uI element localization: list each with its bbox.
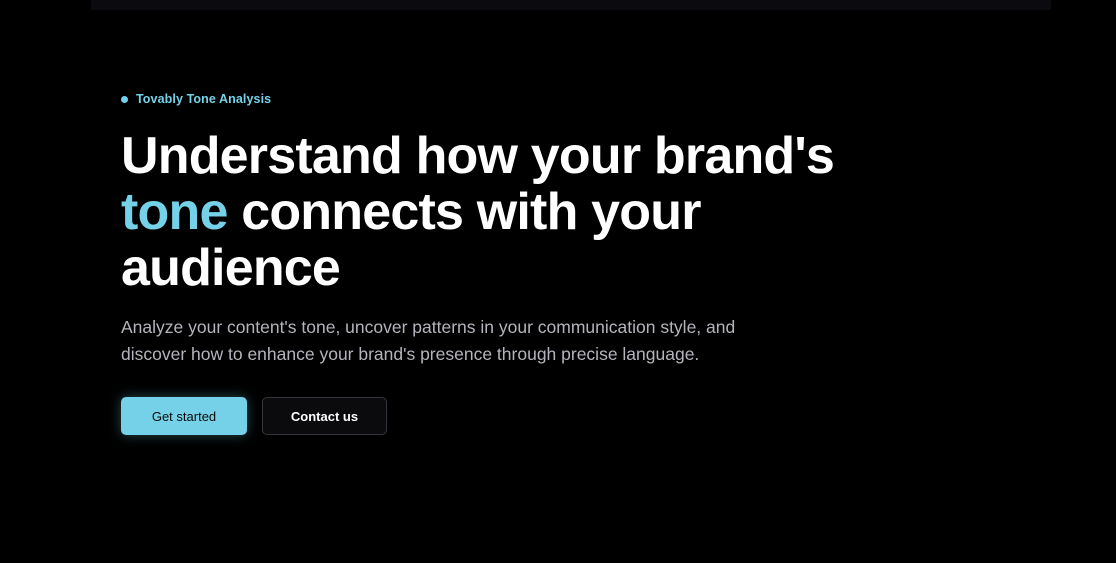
eyebrow-label: Tovably Tone Analysis: [121, 90, 881, 108]
eyebrow-text: Tovably Tone Analysis: [136, 92, 272, 106]
headline-line-3: audience: [121, 239, 341, 297]
page: Tovably Tone Analysis Understand how you…: [0, 0, 1116, 563]
hero-headline: Understand how your brand's tone connect…: [121, 128, 881, 296]
get-started-button[interactable]: Get started: [121, 397, 247, 435]
top-nav-strip: [91, 0, 1051, 10]
hero-subtitle: Analyze your content's tone, uncover pat…: [121, 317, 736, 364]
headline-line-1: Understand how your brand's: [121, 127, 835, 185]
hero-section: Tovably Tone Analysis Understand how you…: [121, 90, 881, 435]
contact-us-button[interactable]: Contact us: [262, 397, 387, 435]
headline-accent-word: tone: [121, 183, 228, 241]
headline-line-2: connects with your: [227, 183, 701, 241]
status-dot-icon: [121, 95, 128, 103]
hero-actions: Get started Contact us: [121, 397, 881, 435]
